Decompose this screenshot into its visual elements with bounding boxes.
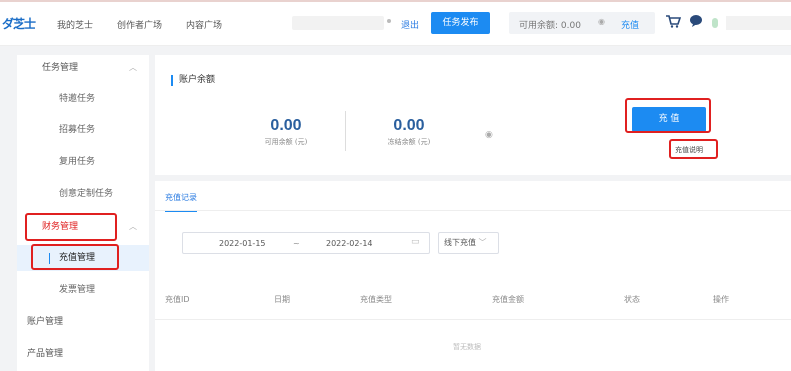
sidebar-item-label: 产品管理: [27, 349, 64, 359]
sidebar-item-label: 发票管理: [59, 285, 96, 295]
sidebar-item-account-management[interactable]: 账户管理: [17, 309, 149, 335]
frozen-label: 冻结余额 (元): [387, 138, 431, 146]
column-header: 日期: [274, 295, 290, 304]
logo[interactable]: ダ芝士: [2, 15, 36, 32]
sidebar-item-label: 任务管理: [42, 63, 79, 73]
chevron-up-icon: ︿: [129, 63, 137, 72]
balance-label: 可用余额: 0.00: [519, 21, 581, 31]
masked-account-info: [292, 16, 384, 30]
date-range-picker[interactable]: 2022-01-15 ~ 2022-02-14 ▭: [182, 232, 430, 254]
highlight-recharge-info: [669, 139, 718, 159]
empty-state: 暂无数据: [453, 343, 481, 351]
available-value: 0.00: [270, 117, 302, 134]
select-value: 线下充值: [444, 238, 476, 247]
date-start[interactable]: 2022-01-15: [219, 239, 266, 248]
sidebar-item-label: 创意定制任务: [59, 189, 114, 199]
sidebar-item-label: 特邀任务: [59, 94, 96, 104]
date-separator: ~: [293, 239, 300, 248]
recharge-type-select[interactable]: 线下充值 ﹀: [438, 232, 499, 254]
top-bar: ダ芝士 我的芝士 创作者广场 内容广场 退出 任务发布 可用余额: 0.00 ◉…: [0, 0, 791, 46]
sidebar-item-label: 复用任务: [59, 157, 96, 167]
nav-content-square[interactable]: 内容广场: [186, 18, 222, 31]
frozen-value: 0.00: [393, 117, 425, 134]
chevron-up-icon: ︿: [129, 222, 137, 231]
tab-divider: [155, 210, 791, 211]
cart-icon[interactable]: [665, 13, 681, 29]
chat-icon[interactable]: [689, 14, 703, 28]
sidebar-item-label: 招募任务: [59, 125, 96, 135]
table-header: 充值ID 日期 充值类型 充值金额 状态 操作: [155, 278, 791, 320]
available-balance: 0.00 可用余额 (元): [250, 117, 322, 147]
divider: [345, 111, 346, 151]
nav-creator-square[interactable]: 创作者广场: [117, 18, 162, 31]
sidebar-item-custom-tasks[interactable]: 创意定制任务: [17, 181, 149, 207]
tab-recharge-records[interactable]: 充值记录: [165, 192, 197, 212]
frozen-balance: 0.00 冻结余额 (元): [373, 117, 445, 147]
logout-link[interactable]: 退出: [401, 18, 419, 31]
sidebar-item-invoice-management[interactable]: 发票管理: [17, 277, 149, 303]
nav-my-zhishi[interactable]: 我的芝士: [57, 18, 93, 31]
sidebar-item-recruit-tasks[interactable]: 招募任务: [17, 117, 149, 143]
balance-box: 可用余额: 0.00 ◉ 充值: [509, 12, 655, 34]
header-recharge-link[interactable]: 充值: [621, 18, 639, 31]
recharge-records-panel: 充值记录 2022-01-15 ~ 2022-02-14 ▭ 线下充值 ﹀ 充值…: [155, 181, 791, 371]
sidebar-item-reuse-tasks[interactable]: 复用任务: [17, 149, 149, 175]
sidebar-item-invited-tasks[interactable]: 特邀任务: [17, 86, 149, 112]
date-end[interactable]: 2022-02-14: [326, 239, 373, 248]
calendar-icon[interactable]: ▭: [411, 237, 420, 247]
column-header: 充值ID: [165, 295, 190, 304]
column-header: 充值类型: [360, 295, 392, 304]
eye-icon[interactable]: ◉: [598, 17, 605, 26]
highlight-recharge-button: [625, 98, 711, 133]
available-label: 可用余额 (元): [264, 138, 308, 146]
sidebar-item-product-management[interactable]: 产品管理: [17, 341, 149, 367]
highlight-recharge-management: [31, 244, 119, 270]
chevron-down-icon: ﹀: [478, 238, 487, 247]
avatar[interactable]: [712, 18, 718, 28]
column-header: 操作: [713, 295, 729, 304]
eye-icon[interactable]: ◉: [485, 130, 493, 140]
page-title: 账户余额: [171, 75, 215, 86]
masked-dot: [387, 19, 391, 23]
sidebar-item-label: 账户管理: [27, 317, 64, 327]
sidebar-item-task-management[interactable]: 任务管理 ︿: [17, 55, 149, 81]
column-header: 状态: [624, 295, 640, 304]
highlight-finance: [25, 213, 117, 241]
masked-username: [726, 16, 791, 30]
column-header: 充值金额: [492, 295, 524, 304]
publish-task-button[interactable]: 任务发布: [431, 12, 490, 34]
